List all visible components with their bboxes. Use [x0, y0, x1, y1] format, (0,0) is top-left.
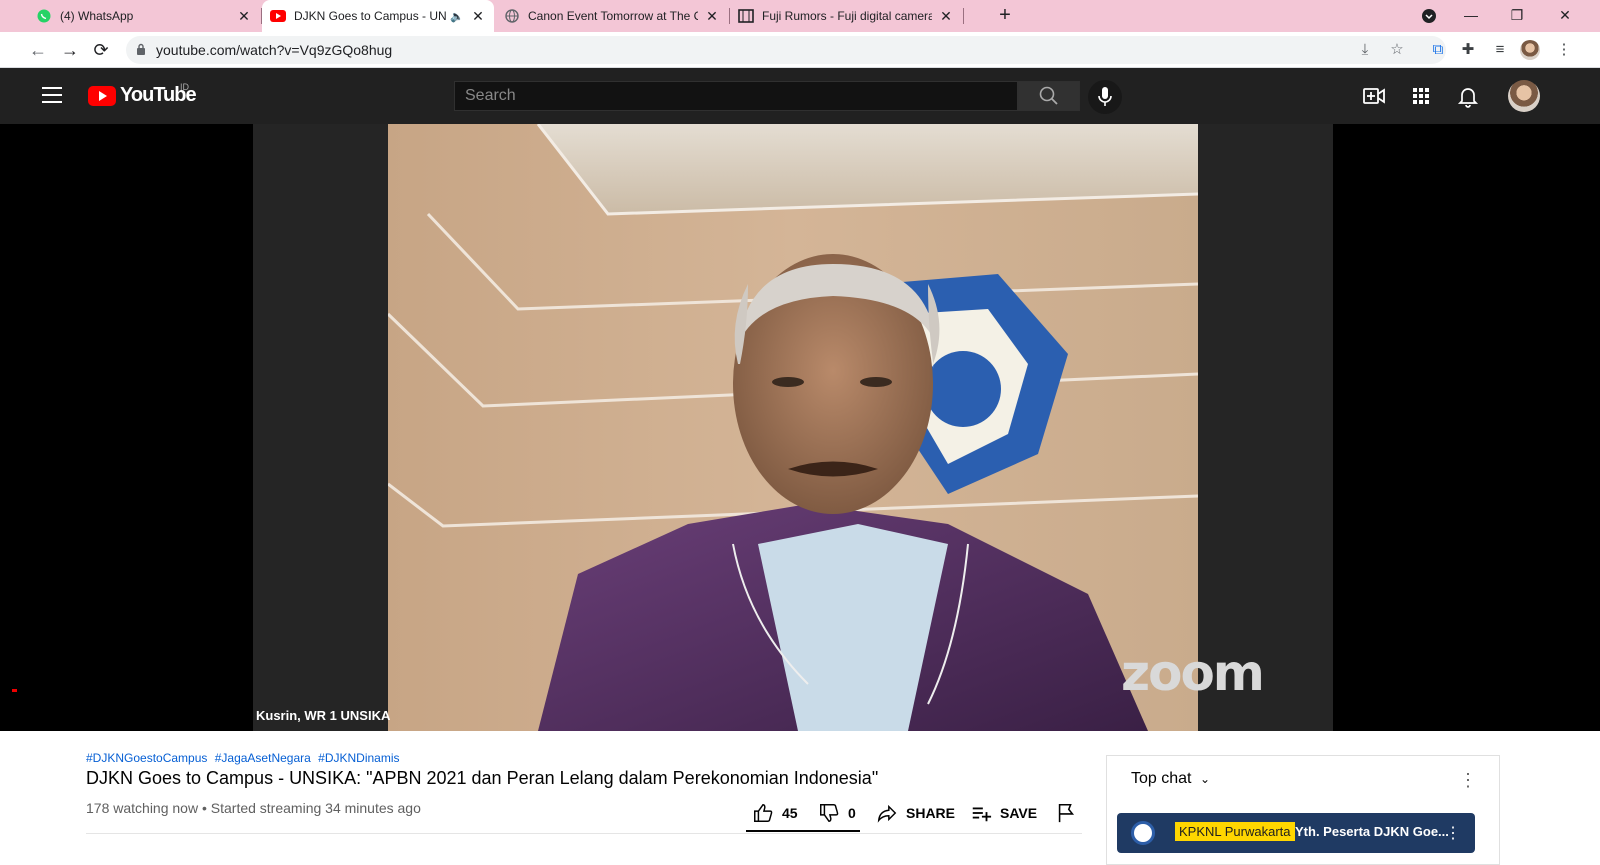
search-icon — [1039, 86, 1058, 105]
speaker-video-image — [388, 124, 1198, 731]
hashtag-link[interactable]: #JagaAsetNegara — [215, 751, 311, 765]
thumbs-up-icon — [754, 804, 773, 822]
pinned-author: KPKNL Purwakarta — [1175, 822, 1295, 841]
search-input[interactable]: Search — [454, 81, 1018, 111]
restore-icon[interactable]: ❐ — [1494, 0, 1540, 32]
like-button[interactable]: 45 — [752, 800, 798, 826]
menu-icon[interactable] — [42, 87, 62, 105]
chevron-down-icon: ⌄ — [1199, 772, 1210, 786]
like-ratio-bar — [746, 830, 860, 832]
close-tab-icon[interactable]: ✕ — [938, 8, 954, 25]
hashtag-link[interactable]: #DJKNGoestoCampus — [86, 751, 207, 765]
browser-toolbar: ← → ⟳ youtube.com/watch?v=Vq9zGQo8hug ⤓ … — [0, 32, 1600, 68]
kpknl-logo — [1131, 821, 1155, 845]
tab-canon[interactable]: Canon Event Tomorrow at The Ca ✕ — [496, 0, 728, 32]
close-tab-icon[interactable]: ✕ — [236, 8, 252, 25]
tab-title: Fuji Rumors - Fuji digital camera — [762, 9, 932, 23]
youtube-icon — [270, 8, 286, 24]
share-arrow-icon — [877, 804, 897, 823]
tab-title: (4) WhatsApp — [60, 9, 134, 23]
youtube-logo[interactable]: YouTube ID — [88, 82, 197, 107]
minimize-icon[interactable]: — — [1448, 0, 1494, 32]
save-button[interactable]: SAVE — [970, 800, 1037, 826]
dislike-count: 0 — [848, 805, 856, 821]
new-tab-button[interactable]: + — [993, 4, 1017, 28]
browser-tab-strip: (4) WhatsApp ✕ DJKN Goes to Campus - UNS… — [0, 0, 1600, 32]
whatsapp-icon — [36, 8, 52, 24]
report-button[interactable] — [1056, 800, 1084, 826]
hashtag-links: #DJKNGoestoCampus #JagaAsetNegara #DJKND… — [86, 751, 404, 765]
banner-more-options-icon[interactable]: ⋮ — [1445, 823, 1461, 843]
tab-youtube-active[interactable]: DJKN Goes to Campus - UNS 🔈 ✕ — [262, 0, 494, 32]
video-title: DJKN Goes to Campus - UNSIKA: "APBN 2021… — [86, 768, 879, 788]
voice-search-button[interactable] — [1088, 80, 1122, 114]
profile-avatar-icon[interactable] — [1520, 40, 1540, 60]
speaker-icon[interactable]: 🔈 — [450, 10, 464, 23]
view-info: 178 watching now • Started streaming 34 … — [86, 800, 421, 816]
address-bar[interactable]: youtube.com/watch?v=Vq9zGQo8hug ⤓ ☆ — [126, 36, 1446, 64]
live-chat-panel: Top chat ⌄ ⋮ KPKNL Purwakarta Yth. Peser… — [1106, 755, 1500, 865]
dislike-button[interactable]: 0 — [818, 800, 856, 826]
pinned-message-text: Yth. Peserta DJKN Goe... — [1295, 824, 1449, 839]
hashtag-link[interactable]: #DJKNDinamis — [318, 751, 399, 765]
install-app-icon[interactable]: ⤓ — [1356, 41, 1374, 59]
apps-grid-icon[interactable] — [1409, 84, 1433, 108]
tab-title: DJKN Goes to Campus - UNS — [294, 9, 447, 23]
share-button[interactable]: SHARE — [876, 800, 955, 826]
stream-start-time: Started streaming 34 minutes ago — [210, 800, 421, 816]
microphone-icon — [1098, 87, 1112, 106]
url-text[interactable]: youtube.com/watch?v=Vq9zGQo8hug — [156, 42, 392, 58]
share-label: SHARE — [906, 805, 956, 821]
tab-divider — [963, 8, 964, 24]
film-icon — [738, 8, 754, 24]
video-player[interactable]: Kusrin, WR 1 UNSIKA zoom — [253, 124, 1333, 731]
close-tab-icon[interactable]: ✕ — [470, 8, 486, 25]
translate-extension-icon[interactable]: ⧉ — [1428, 40, 1448, 60]
account-avatar[interactable] — [1508, 80, 1540, 112]
chat-more-options-icon[interactable]: ⋮ — [1459, 770, 1477, 791]
live-indicator — [12, 689, 17, 692]
close-window-icon[interactable]: ✕ — [1542, 0, 1588, 32]
pinned-message-banner[interactable]: KPKNL Purwakarta Yth. Peserta DJKN Goe..… — [1117, 813, 1475, 853]
country-code: ID — [180, 82, 189, 92]
close-tab-icon[interactable]: ✕ — [704, 8, 720, 25]
tab-title: Canon Event Tomorrow at The Ca — [528, 9, 698, 23]
tab-search-icon[interactable] — [1406, 0, 1452, 32]
youtube-play-logo-icon — [88, 85, 116, 106]
tab-fuji-rumors[interactable]: Fuji Rumors - Fuji digital camera ✕ — [730, 0, 962, 32]
chat-mode-label: Top chat — [1131, 770, 1192, 787]
tab-whatsapp[interactable]: (4) WhatsApp ✕ — [28, 0, 260, 32]
forward-arrow-icon[interactable]: → — [58, 38, 82, 62]
playlist-add-icon — [972, 807, 992, 822]
flag-icon — [1058, 803, 1075, 823]
reload-icon[interactable]: ⟳ — [89, 38, 113, 62]
divider — [86, 833, 1082, 834]
create-video-icon[interactable] — [1362, 84, 1386, 108]
top-chat-dropdown[interactable]: Top chat ⌄ — [1131, 770, 1210, 788]
thumbs-down-icon — [820, 804, 839, 822]
globe-icon — [504, 8, 520, 24]
like-count: 45 — [782, 805, 798, 821]
search-button[interactable] — [1018, 81, 1080, 111]
video-player-area[interactable]: Kusrin, WR 1 UNSIKA zoom — [0, 124, 1600, 731]
video-frame — [388, 124, 1198, 731]
notifications-bell-icon[interactable] — [1456, 84, 1480, 108]
extensions-puzzle-icon[interactable]: ✚ — [1458, 40, 1478, 60]
back-arrow-icon[interactable]: ← — [26, 38, 50, 62]
browser-menu-icon[interactable]: ⋮ — [1554, 40, 1574, 60]
youtube-masthead: YouTube ID Search — [0, 68, 1600, 124]
watching-count: 178 watching now — [86, 800, 199, 816]
bookmark-star-icon[interactable]: ☆ — [1388, 41, 1406, 59]
save-label: SAVE — [1000, 805, 1038, 821]
separator-dot: • — [201, 800, 211, 816]
lock-icon[interactable] — [136, 43, 146, 61]
media-control-icon[interactable]: ≡ — [1490, 40, 1510, 60]
zoom-watermark: zoom — [1121, 644, 1265, 702]
speaker-name-label: Kusrin, WR 1 UNSIKA — [256, 708, 391, 723]
